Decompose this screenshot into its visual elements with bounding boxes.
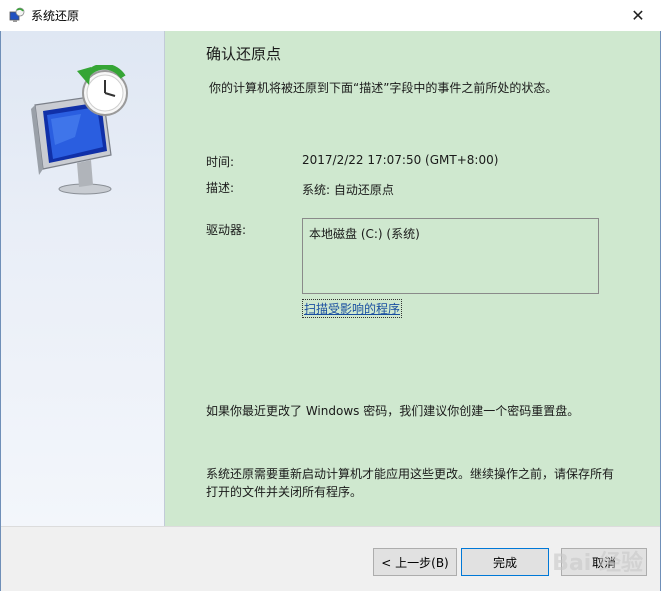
title-bar: 系统还原 ✕ (0, 0, 661, 31)
password-note: 如果你最近更改了 Windows 密码，我们建议你创建一个密码重置盘。 (206, 404, 580, 418)
cancel-button[interactable]: 取消 (561, 548, 647, 576)
drives-list[interactable]: 本地磁盘 (C:) (系统) (302, 218, 599, 294)
page-title: 确认还原点 (206, 45, 282, 63)
description-value: 系统: 自动还原点 (302, 183, 394, 197)
description-label: 描述: (206, 181, 235, 195)
finish-button[interactable]: 完成 (461, 548, 549, 576)
restart-note-line-2: 打开的文件并关闭所有程序。 (206, 485, 363, 499)
list-item: 本地磁盘 (C:) (系统) (309, 227, 420, 241)
button-bar: < 上一步(B) 完成 取消 (1, 526, 660, 591)
sidebar (1, 31, 165, 526)
time-value: 2017/2/22 17:07:50 (GMT+8:00) (302, 153, 499, 167)
system-restore-icon (9, 7, 25, 22)
drives-label: 驱动器: (206, 223, 247, 237)
window-title: 系统还原 (31, 9, 80, 23)
back-button[interactable]: < 上一步(B) (373, 548, 457, 576)
scan-affected-programs-link[interactable]: 扫描受影响的程序 (302, 299, 403, 318)
content-panel: 确认还原点 你的计算机将被还原到下面“描述”字段中的事件之前所处的状态。 时间:… (165, 31, 660, 526)
system-restore-large-icon (31, 65, 128, 195)
restart-note-line-1: 系统还原需要重新启动计算机才能应用这些更改。继续操作之前，请保存所有 (206, 467, 615, 481)
close-icon: ✕ (631, 6, 645, 25)
time-label: 时间: (206, 155, 235, 169)
page-description: 你的计算机将被还原到下面“描述”字段中的事件之前所处的状态。 (209, 81, 558, 95)
close-button[interactable]: ✕ (615, 0, 661, 31)
